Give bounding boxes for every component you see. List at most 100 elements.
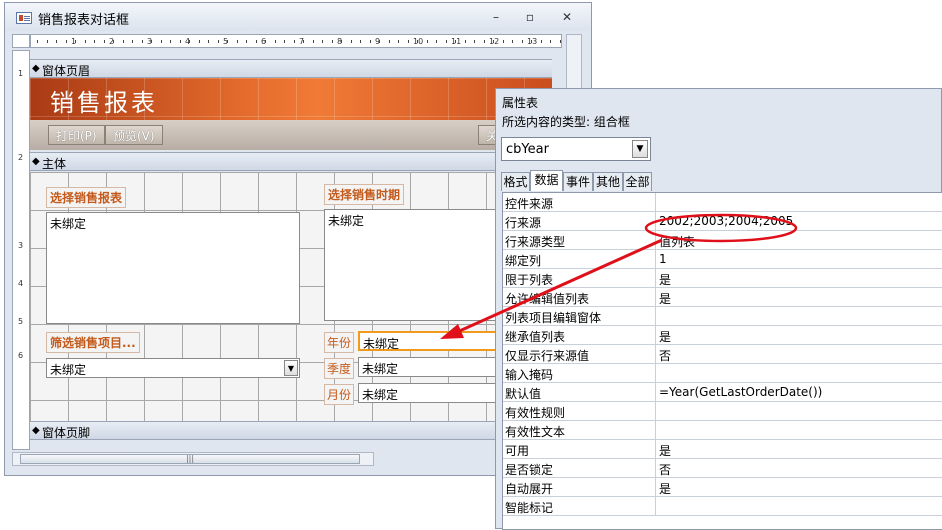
tab-other[interactable]: 其他 [593,172,623,191]
selection-type: 所选内容的类型: 组合框 [502,115,630,129]
report-listbox-value: 未绑定 [50,217,87,231]
header-button-strip: 打印(P) 预览(V) 关 [30,120,552,150]
ruler-tick [141,40,143,43]
ruler-tick [113,40,114,43]
ruler-tick [284,40,285,43]
title-bar[interactable]: 销售报表对话框 – ▫ ✕ [5,3,591,31]
report-label[interactable]: 选择销售报表 [46,187,127,208]
object-selector[interactable]: cbYear ▼ [501,137,651,161]
ruler-number: 1 [18,69,24,78]
property-separator [655,497,656,516]
quarter-combo[interactable]: 未绑定 [358,357,498,377]
ruler-tick [208,40,209,43]
property-separator [655,212,656,231]
year-combo[interactable]: 未绑定 [358,331,498,351]
ruler-number: 3 [18,241,24,250]
detail-area[interactable]: 选择销售报表 未绑定 选择销售时期 未绑定 筛选销售项目... 未绑定 ▼ 年份… [30,172,552,421]
property-value[interactable]: 值列表 [659,233,695,250]
property-row[interactable]: 输入掩码 [503,364,942,383]
section-marker-icon: ◆ [32,425,40,436]
property-value[interactable]: 是 [659,480,671,497]
ruler-tick [170,40,171,43]
property-value[interactable]: 1 [659,252,667,266]
horizontal-scroll-thumb[interactable]: ||| [20,454,360,464]
property-name: 是否锁定 [505,463,554,477]
property-value[interactable]: 否 [659,347,671,364]
report-listbox[interactable]: 未绑定 [46,212,300,324]
chevron-down-icon[interactable]: ▼ [632,140,648,158]
property-row[interactable]: 是否锁定 否 [503,459,942,478]
ruler-tick [502,40,504,43]
ruler-tick [122,40,124,43]
property-row[interactable]: 允许编辑值列表 是 [503,288,942,307]
ruler-tick [455,40,456,43]
property-separator [655,269,656,288]
preview-button[interactable]: 预览(V) [105,125,163,145]
property-value[interactable]: 是 [659,271,671,288]
form-header-area[interactable]: 销售报表 打印(P) 预览(V) 关 [30,78,552,150]
property-name: 有效性文本 [505,425,566,439]
tab-all[interactable]: 全部 [623,172,652,191]
property-separator [655,421,656,440]
filter-combo[interactable]: 未绑定 ▼ [46,358,300,378]
section-marker-icon: ◆ [32,63,40,74]
print-button[interactable]: 打印(P) [48,125,105,145]
property-row[interactable]: 绑定列 1 [503,250,942,269]
form-footer-section-bar[interactable]: ◆ 窗体页脚 [30,421,552,440]
property-row[interactable]: 智能标记 [503,497,942,516]
ruler-tick [540,40,542,43]
horizontal-ruler[interactable]: 1234567891011121314 [30,34,562,48]
property-row[interactable]: 有效性规则 [503,402,942,421]
ruler-tick [189,40,190,43]
property-value[interactable]: 2002;2003;2004;2005 [659,214,793,228]
month-label[interactable]: 月份 [324,384,355,405]
property-row[interactable]: 列表项目编辑窗体 [503,307,942,326]
ruler-tick [445,40,447,43]
ruler-corner[interactable] [12,34,30,48]
property-value[interactable]: 否 [659,461,671,478]
property-row[interactable]: 继承值列表 是 [503,326,942,345]
property-value[interactable]: 是 [659,442,671,459]
tab-format[interactable]: 格式 [501,172,530,191]
year-label[interactable]: 年份 [324,332,355,353]
property-separator [655,459,656,478]
form-header-section-bar[interactable]: ◆ 窗体页眉 [30,59,552,78]
minimize-button[interactable]: – [487,9,505,25]
tab-data[interactable]: 数据 [530,170,563,191]
property-separator [655,326,656,345]
object-selector-value: cbYear [506,142,549,157]
quarter-label[interactable]: 季度 [324,358,355,379]
period-label[interactable]: 选择销售时期 [324,184,405,205]
ruler-tick [246,40,247,43]
property-name: 行来源 [505,216,542,230]
property-value[interactable]: 是 [659,328,671,345]
ruler-tick [65,40,67,43]
form-heading[interactable]: 销售报表 [50,83,158,118]
filter-label[interactable]: 筛选销售项目... [46,332,140,353]
close-button[interactable]: ✕ [558,9,576,25]
detail-section-bar[interactable]: ◆ 主体 [30,152,552,171]
ruler-tick [103,40,105,43]
property-row[interactable]: 默认值 =Year(GetLastOrderDate()) [503,383,942,402]
property-row[interactable]: 自动展开 是 [503,478,942,497]
property-row[interactable]: 可用 是 [503,440,942,459]
property-separator [655,383,656,402]
vertical-ruler[interactable]: 1 2 3 4 5 6 [12,50,30,450]
property-value[interactable]: 是 [659,290,671,307]
property-row[interactable]: 控件来源 [503,193,942,212]
property-row[interactable]: 行来源 2002;2003;2004;2005 [503,212,942,231]
property-row[interactable]: 仅显示行来源值 否 [503,345,942,364]
property-row[interactable]: 有效性文本 [503,421,942,440]
property-row[interactable]: 行来源类型 值列表 [503,231,942,250]
restore-button[interactable]: ▫ [521,9,539,25]
month-combo[interactable]: 未绑定 [358,383,498,403]
tab-event[interactable]: 事件 [563,172,593,191]
chevron-down-icon[interactable]: ▼ [284,360,298,376]
property-sheet-title: 属性表 [502,96,539,110]
property-row[interactable]: 限于列表 是 [503,269,942,288]
property-name: 仅显示行来源值 [505,349,590,363]
property-value[interactable]: =Year(GetLastOrderDate()) [659,385,822,399]
ruler-tick [265,40,266,43]
ruler-tick [322,40,323,43]
ruler-tick [151,40,152,43]
